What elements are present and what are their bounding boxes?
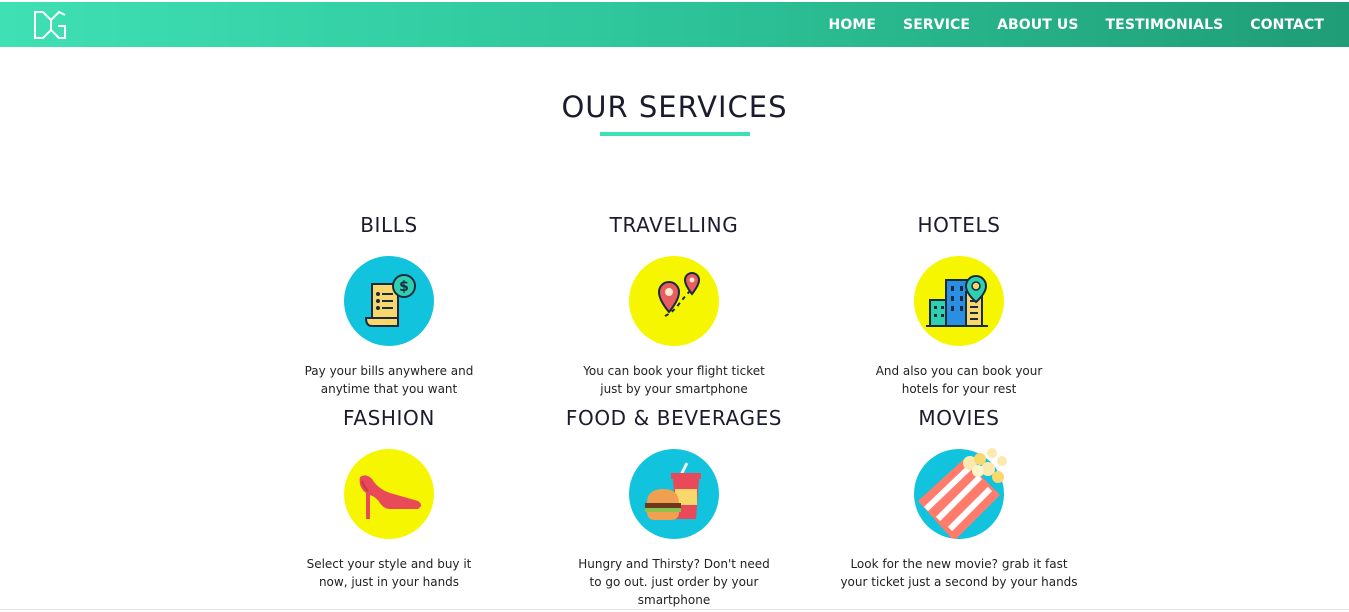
high-heel-icon: [344, 449, 434, 539]
bill-receipt-icon: $: [344, 256, 434, 346]
service-food-beverages: FOOD & BEVERAGES Hungry and Thirsty? Don…: [524, 405, 824, 609]
description-line: just by your smartphone: [600, 382, 748, 396]
description-line: And also you can book your: [875, 364, 1043, 378]
nav-link-about-us[interactable]: ABOUT US: [997, 17, 1078, 33]
section-title: OUR SERVICES: [561, 90, 788, 124]
service-title: FOOD & BEVERAGES: [565, 406, 783, 430]
description-line: now, just in your hands: [318, 575, 460, 589]
dg-logo-icon[interactable]: [32, 10, 68, 40]
service-title: HOTELS: [917, 213, 1001, 237]
service-title: BILLS: [360, 213, 418, 237]
hotel-building-icon: [914, 256, 1004, 346]
service-movies: MOVIES Look for the new movie? grab it f…: [809, 405, 1109, 591]
map-pin-route-icon: [629, 256, 719, 346]
nav-link-testimonials[interactable]: TESTIMONIALS: [1106, 17, 1224, 33]
service-description: And also you can book your hotels for yo…: [839, 362, 1079, 398]
service-fashion: FASHION Select your style and buy it now…: [239, 405, 539, 591]
nav-menu: HOME SERVICE ABOUT US TESTIMONIALS CONTA…: [802, 2, 1324, 47]
bottom-divider: [0, 609, 1349, 610]
service-title: TRAVELLING: [609, 213, 739, 237]
description-line: your ticket just a second by your hands: [840, 575, 1078, 589]
service-hotels: HOTELS And also you can book your hotels…: [809, 212, 1109, 398]
title-underline: [600, 132, 750, 136]
description-line: hotels for your rest: [901, 382, 1017, 396]
service-description: Hungry and Thirsty? Don't need to go out…: [554, 555, 794, 609]
description-line: Look for the new movie? grab it fast: [850, 557, 1068, 571]
service-description: You can book your flight ticket just by …: [554, 362, 794, 398]
svg-text:$: $: [399, 279, 409, 295]
service-bills: BILLS $ Pay your bills anywhere and anyt…: [239, 212, 539, 398]
description-line: anytime that you want: [320, 382, 458, 396]
description-line: Hungry and Thirsty? Don't need: [578, 557, 770, 571]
nav-link-contact[interactable]: CONTACT: [1250, 17, 1324, 33]
nav-link-service[interactable]: SERVICE: [903, 17, 970, 33]
burger-drink-icon: [629, 449, 719, 539]
service-description: Pay your bills anywhere and anytime that…: [269, 362, 509, 398]
service-description: Select your style and buy it now, just i…: [269, 555, 509, 591]
top-navbar: HOME SERVICE ABOUT US TESTIMONIALS CONTA…: [0, 2, 1349, 47]
service-title: FASHION: [343, 406, 435, 430]
description-line: You can book your flight ticket: [583, 364, 765, 378]
service-title: MOVIES: [918, 406, 1000, 430]
description-line: to go out. just order by your smartphone: [589, 575, 759, 607]
service-description: Look for the new movie? grab it fast you…: [839, 555, 1079, 591]
description-line: Select your style and buy it: [306, 557, 472, 571]
nav-link-home[interactable]: HOME: [829, 17, 877, 33]
service-travelling: TRAVELLING You can book your flight tick…: [524, 212, 824, 398]
description-line: Pay your bills anywhere and: [304, 364, 474, 378]
popcorn-icon: [914, 448, 1007, 539]
